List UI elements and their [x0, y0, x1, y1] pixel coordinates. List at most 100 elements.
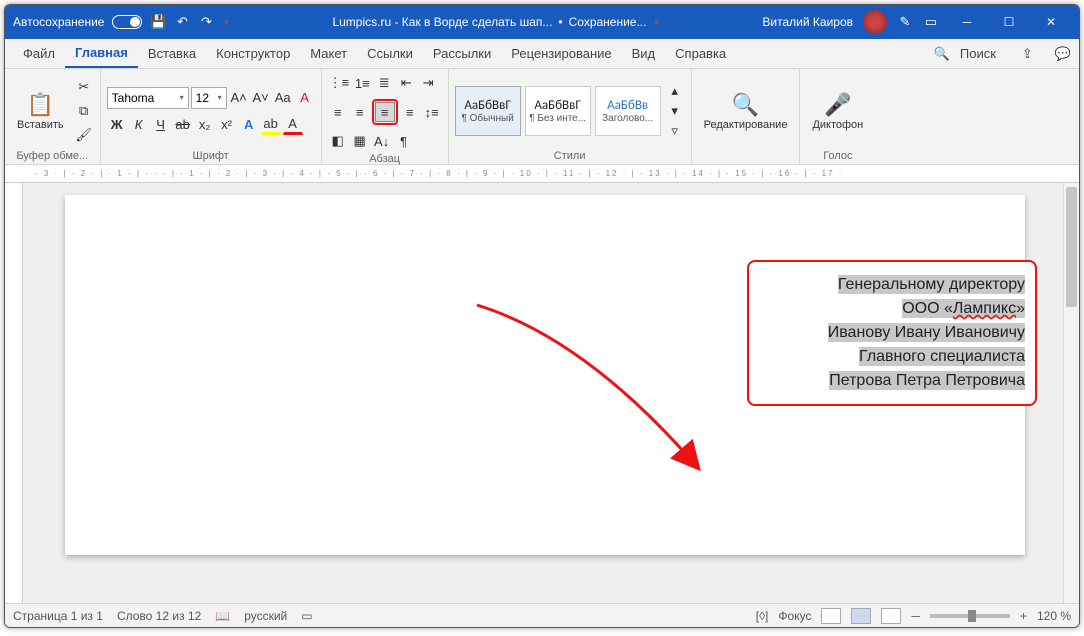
text-effects-icon[interactable]: A — [239, 115, 259, 135]
dictate-label: Диктофон — [812, 119, 863, 131]
paste-label: Вставить — [17, 119, 64, 131]
doc-line-2[interactable]: ООО «Лампикс» — [759, 300, 1025, 318]
autosave-toggle[interactable] — [112, 15, 142, 29]
multilevel-icon[interactable]: ≣ — [374, 73, 394, 93]
increase-font-icon[interactable]: A˄ — [229, 88, 249, 108]
doc-line-4[interactable]: Главного специалиста — [759, 348, 1025, 366]
underline-button[interactable]: Ч — [151, 115, 171, 135]
style-normal[interactable]: АаБбВвГ ¶ Обычный — [455, 86, 521, 136]
italic-button[interactable]: К — [129, 115, 149, 135]
align-center-icon[interactable]: ≡ — [350, 102, 370, 122]
doc-line-5[interactable]: Петрова Петра Петровича — [759, 372, 1025, 390]
word-count[interactable]: Слово 12 из 12 — [117, 609, 201, 623]
tab-layout[interactable]: Макет — [300, 39, 357, 68]
search-label[interactable]: Поиск — [960, 46, 996, 61]
search-icon[interactable]: 🔍 — [934, 46, 950, 62]
tab-file[interactable]: Файл — [13, 39, 65, 68]
tab-mailings[interactable]: Рассылки — [423, 39, 501, 68]
paste-button[interactable]: 📋 Вставить — [11, 89, 70, 133]
focus-icon[interactable]: [◊] — [756, 609, 769, 623]
copy-icon[interactable]: ⧉ — [74, 101, 94, 121]
doc-line-3[interactable]: Иванову Ивану Ивановичу — [759, 324, 1025, 342]
cut-icon[interactable]: ✂ — [74, 77, 94, 97]
align-justify-icon[interactable]: ≡ — [400, 102, 420, 122]
tab-home[interactable]: Главная — [65, 39, 138, 68]
ribbon-mode-icon[interactable]: ▭ — [923, 14, 939, 30]
zoom-in-icon[interactable]: + — [1020, 609, 1027, 623]
tab-references[interactable]: Ссылки — [357, 39, 423, 68]
view-web-icon[interactable] — [881, 608, 901, 624]
tab-view[interactable]: Вид — [622, 39, 666, 68]
mic-icon: 🎤 — [824, 91, 851, 119]
group-font: Tahoma▾ 12▾ A˄ A˅ Aa A Ж К Ч ab x₂ x² — [101, 69, 322, 164]
minimize-button[interactable]: ─ — [947, 8, 987, 36]
redo-icon[interactable]: ↷ — [198, 14, 214, 30]
styles-down-icon[interactable]: ▾ — [665, 101, 685, 121]
font-color-icon[interactable]: A — [283, 115, 303, 135]
zoom-out-icon[interactable]: ─ — [911, 609, 920, 623]
align-left-icon[interactable]: ≡ — [328, 102, 348, 122]
subscript-button[interactable]: x₂ — [195, 115, 215, 135]
style-no-spacing[interactable]: АаБбВвГ ¶ Без инте... — [525, 86, 591, 136]
focus-label[interactable]: Фокус — [778, 609, 811, 623]
title-bar: Автосохранение 💾 ↶ ↷ ▼ Lumpics.ru - Как … — [5, 5, 1079, 39]
close-button[interactable]: ✕ — [1031, 8, 1071, 36]
increase-indent-icon[interactable]: ⇥ — [418, 73, 438, 93]
comments-icon[interactable]: 💬 — [1055, 46, 1071, 62]
zoom-level[interactable]: 120 % — [1037, 609, 1071, 623]
show-marks-icon[interactable]: ¶ — [394, 131, 414, 151]
font-name-box[interactable]: Tahoma▾ — [107, 87, 189, 109]
strike-button[interactable]: ab — [173, 115, 193, 135]
line-spacing-icon[interactable]: ↕≡ — [422, 102, 442, 122]
bullets-icon[interactable]: ⋮≡ — [328, 73, 351, 93]
voice-label: Голос — [806, 148, 869, 162]
vertical-scrollbar[interactable] — [1063, 183, 1079, 603]
horizontal-ruler[interactable]: · 3 · | · 2 · | · 1 · | · · · | · 1 · | … — [5, 165, 1079, 183]
language-indicator[interactable]: русский — [244, 609, 287, 623]
maximize-button[interactable]: ☐ — [989, 8, 1029, 36]
dictate-button[interactable]: 🎤 Диктофон — [806, 89, 869, 133]
vertical-ruler[interactable] — [5, 183, 23, 603]
styles-up-icon[interactable]: ▴ — [665, 81, 685, 101]
tab-review[interactable]: Рецензирование — [501, 39, 621, 68]
format-painter-icon[interactable]: 🖌 — [74, 125, 94, 145]
superscript-button[interactable]: x² — [217, 115, 237, 135]
clipboard-label: Буфер обме... — [11, 148, 94, 162]
borders-icon[interactable]: ▦ — [350, 131, 370, 151]
decrease-font-icon[interactable]: A˅ — [251, 88, 271, 108]
decrease-indent-icon[interactable]: ⇤ — [396, 73, 416, 93]
sort-icon[interactable]: A↓ — [372, 131, 392, 151]
spellcheck-icon[interactable]: 📖 — [215, 609, 230, 623]
undo-icon[interactable]: ↶ — [174, 14, 190, 30]
view-print-icon[interactable] — [851, 608, 871, 624]
group-editing: 🔍 Редактирование — [692, 69, 801, 164]
highlight-icon[interactable]: ab — [261, 115, 281, 135]
shading-icon[interactable]: ◧ — [328, 131, 348, 151]
saving-status: Сохранение... — [569, 15, 647, 29]
zoom-slider[interactable] — [930, 614, 1010, 618]
tab-insert[interactable]: Вставка — [138, 39, 206, 68]
bold-button[interactable]: Ж — [107, 115, 127, 135]
numbering-icon[interactable]: 1≡ — [352, 73, 372, 93]
change-case-icon[interactable]: Aa — [273, 88, 293, 108]
avatar[interactable] — [863, 10, 887, 34]
save-icon[interactable]: 💾 — [150, 14, 166, 30]
accessibility-icon[interactable]: ▭ — [301, 609, 312, 623]
present-icon[interactable]: ✎ — [897, 14, 913, 30]
clear-format-icon[interactable]: A — [295, 88, 315, 108]
editing-button[interactable]: 🔍 Редактирование — [698, 89, 794, 133]
styles-label: Стили — [455, 148, 685, 162]
style-heading1[interactable]: АаБбВв Заголово... — [595, 86, 661, 136]
share-icon[interactable]: ⇪ — [1022, 46, 1033, 62]
page-indicator[interactable]: Страница 1 из 1 — [13, 609, 103, 623]
search-icon-big: 🔍 — [732, 91, 759, 119]
qat-more-icon[interactable]: ▼ — [222, 18, 230, 27]
tab-help[interactable]: Справка — [665, 39, 736, 68]
view-read-icon[interactable] — [821, 608, 841, 624]
doc-line-1[interactable]: Генеральному директору — [759, 276, 1025, 294]
align-right-icon[interactable]: ≡ — [375, 102, 395, 122]
font-size-box[interactable]: 12▾ — [191, 87, 227, 109]
styles-more-icon[interactable]: ▿ — [665, 121, 685, 141]
user-name: Виталий Каиров — [762, 15, 853, 29]
tab-design[interactable]: Конструктор — [206, 39, 300, 68]
